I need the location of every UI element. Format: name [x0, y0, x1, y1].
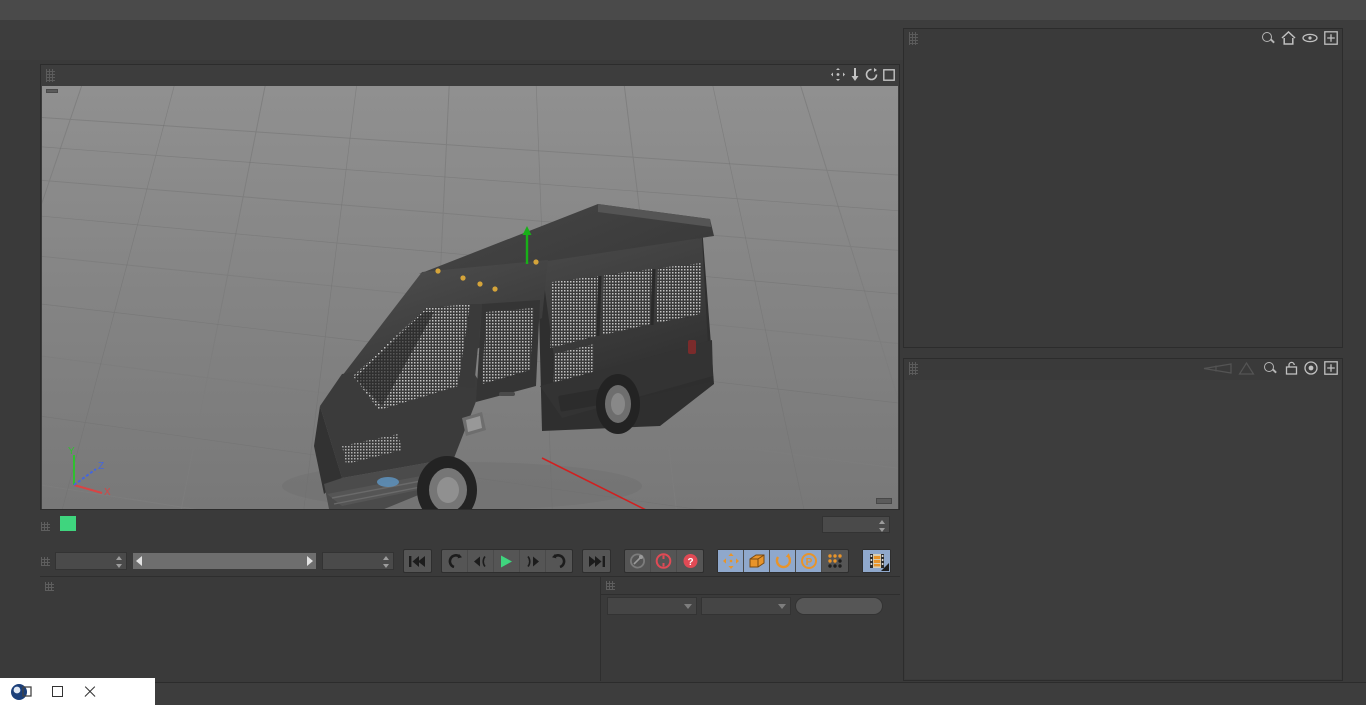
go-to-end-button[interactable] — [583, 550, 610, 572]
close-window-icon[interactable] — [83, 685, 96, 698]
main-menu-bar — [0, 0, 1366, 20]
filmstrip-toggle-button[interactable] — [863, 550, 890, 572]
svg-text:X: X — [104, 487, 111, 497]
grid-spacing-label — [876, 498, 892, 504]
autokeying-button[interactable] — [651, 550, 677, 572]
coordinate-system-select[interactable] — [607, 597, 697, 615]
panel-grip-icon[interactable] — [46, 69, 55, 82]
step-back-button[interactable] — [468, 550, 494, 572]
play-button[interactable] — [494, 550, 520, 572]
object-manager-icons — [1261, 31, 1338, 45]
previous-key-button[interactable] — [442, 550, 468, 572]
timeline-ruler[interactable] — [50, 514, 840, 544]
attributes-grip-icon[interactable] — [909, 362, 918, 375]
svg-text:P: P — [805, 557, 812, 568]
material-manager-panel — [40, 576, 600, 681]
right-vertical-tabs — [1346, 28, 1366, 681]
nav-left-icon[interactable] — [1202, 362, 1232, 375]
attributes-manager-panel — [903, 358, 1343, 681]
object-manager-grip-icon[interactable] — [909, 32, 918, 45]
coordinates-footer — [601, 597, 900, 615]
object-manager-panel — [903, 28, 1343, 348]
key-toggles-group: P — [717, 549, 849, 573]
scale-key-toggle[interactable] — [744, 550, 770, 572]
point-level-animation-toggle[interactable] — [822, 550, 848, 572]
move-icon[interactable] — [850, 68, 860, 81]
apply-button[interactable] — [795, 597, 883, 615]
step-forward-button[interactable] — [520, 550, 546, 572]
c4d-logo-icon — [10, 682, 32, 702]
lock-icon[interactable] — [1285, 361, 1298, 375]
end-frame-field[interactable] — [322, 552, 394, 570]
attributes-manager-icons — [1202, 361, 1338, 375]
timeline-playhead[interactable] — [60, 516, 76, 531]
spinner-icon[interactable] — [116, 556, 123, 568]
next-key-button[interactable] — [546, 550, 572, 572]
transport-group-end — [582, 549, 611, 573]
transport-group-start — [403, 549, 432, 573]
axis-gizmo-icon: Y X Z — [60, 441, 116, 497]
target-icon[interactable] — [1304, 361, 1318, 375]
maxon-brand — [2, 527, 36, 677]
go-to-start-button[interactable] — [404, 550, 431, 572]
preview-range-bar[interactable] — [132, 552, 317, 570]
timeline-panel: ? P — [40, 512, 900, 574]
attributes-content[interactable] — [905, 380, 1341, 679]
home-icon[interactable] — [1281, 31, 1296, 45]
plus-box-icon[interactable] — [1324, 31, 1338, 45]
viewport-panel: Y X Z — [40, 64, 900, 510]
controls-grip-icon[interactable] — [41, 557, 50, 566]
window-controls-overlay — [0, 678, 155, 705]
search-icon[interactable] — [1263, 361, 1277, 375]
range-right-arrow-icon[interactable] — [307, 556, 313, 566]
attributes-menu-bar — [904, 359, 1342, 378]
viewport-camera-label[interactable] — [46, 89, 58, 93]
timeline-controls-row: ? P — [40, 548, 900, 574]
chevron-down-icon — [684, 604, 692, 609]
pan-icon[interactable] — [831, 68, 845, 81]
object-manager-menu-bar — [904, 29, 1342, 48]
position-key-toggle[interactable] — [718, 550, 744, 572]
plus-box-icon[interactable] — [1324, 361, 1338, 375]
eye-icon[interactable] — [1302, 33, 1318, 43]
start-frame-field[interactable] — [55, 552, 127, 570]
status-bar — [0, 682, 1366, 705]
coordinates-manager-panel — [600, 576, 900, 681]
coordinates-header — [601, 577, 900, 595]
timeline-toggle-group — [862, 549, 891, 573]
viewport-corner-icons — [831, 68, 895, 81]
timeline-grip-icon[interactable] — [41, 522, 50, 531]
parameter-key-toggle[interactable]: P — [796, 550, 822, 572]
viewport-3d-canvas[interactable]: Y X Z — [42, 86, 898, 509]
rotate-icon[interactable] — [865, 68, 878, 81]
keyframe-selection-button[interactable]: ? — [677, 550, 703, 572]
chevron-down-icon — [778, 604, 786, 609]
timeline-ticks — [50, 530, 840, 542]
timeline-frame-labels — [50, 514, 840, 530]
spinner-icon[interactable] — [879, 520, 886, 532]
nav-up-icon[interactable] — [1238, 362, 1255, 375]
rotation-key-toggle[interactable] — [770, 550, 796, 572]
coordinate-mode-select[interactable] — [701, 597, 791, 615]
keyframe-tools-group: ? — [624, 549, 704, 573]
svg-text:Y: Y — [68, 446, 75, 457]
left-toolbar — [0, 60, 38, 705]
material-menu-bar — [40, 577, 600, 595]
record-active-objects-button[interactable] — [625, 550, 651, 572]
search-icon[interactable] — [1261, 31, 1275, 45]
spinner-icon[interactable] — [383, 556, 390, 568]
svg-text:?: ? — [687, 557, 693, 568]
current-frame-field-top[interactable] — [822, 516, 890, 533]
transport-group-play — [441, 549, 573, 573]
svg-text:Z: Z — [98, 461, 104, 472]
range-left-arrow-icon[interactable] — [136, 556, 142, 566]
material-grip-icon[interactable] — [45, 582, 54, 591]
viewport-menu-bar — [41, 65, 899, 85]
maximize-window-icon[interactable] — [52, 686, 63, 697]
coordinates-grip-icon[interactable] — [606, 581, 615, 590]
viewport-scene — [42, 86, 898, 509]
maximize-icon[interactable] — [883, 69, 895, 81]
